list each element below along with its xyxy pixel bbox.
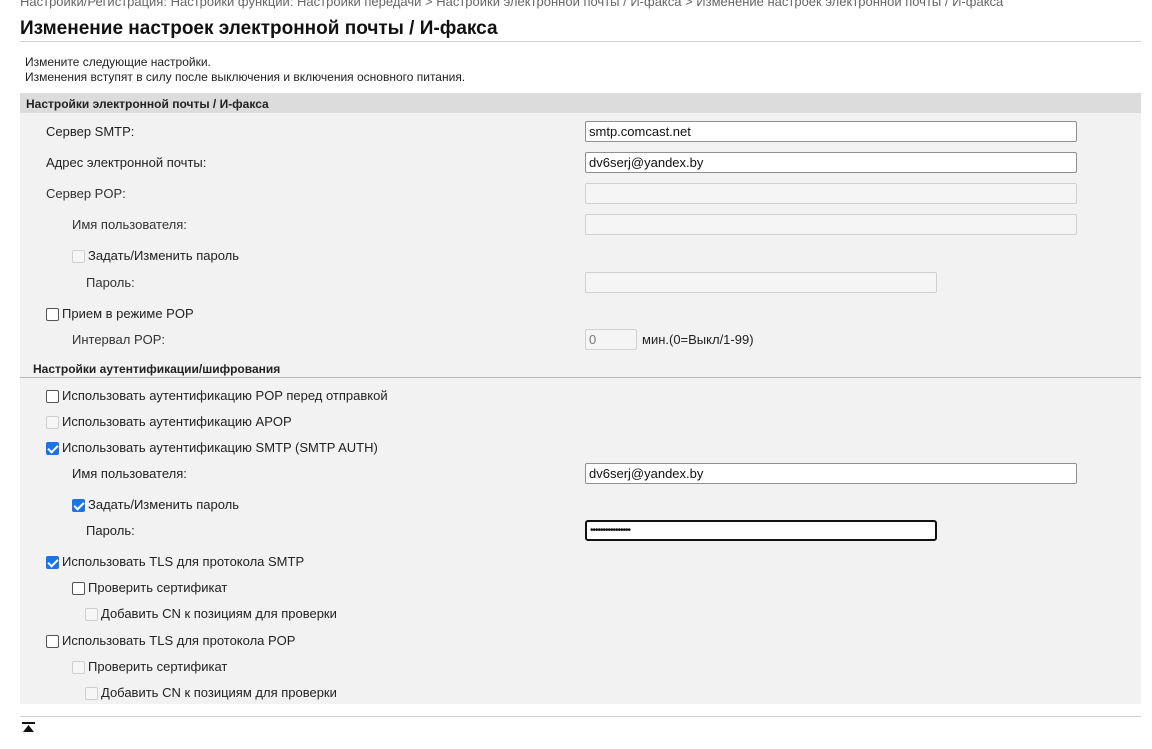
email-address-input[interactable]	[585, 152, 1077, 173]
pop-password-label: Пароль:	[86, 275, 135, 290]
pop-receive-label: Прием в режиме POP	[62, 306, 194, 321]
pop-interval-unit: мин.(0=Выкл/1-99)	[642, 332, 754, 347]
pop-interval-label: Интервал POP:	[72, 332, 166, 347]
smtp-password-input[interactable]	[585, 520, 937, 541]
tls-smtp-cn-label: Добавить CN к позициям для проверки	[101, 606, 337, 621]
tls-pop-cn-checkbox[interactable]	[85, 687, 98, 700]
apop-label: Использовать аутентификацию APOP	[62, 414, 292, 429]
pop-before-smtp-checkbox[interactable]	[46, 390, 59, 403]
email-section-header: Настройки электронной почты / И-факса	[20, 93, 1141, 113]
tls-smtp-label: Использовать TLS для протокола SMTP	[62, 554, 305, 569]
pop-server-input[interactable]	[585, 183, 1077, 204]
auth-section-divider	[20, 377, 1141, 378]
smtp-password-label: Пароль:	[86, 523, 135, 538]
tls-smtp-cn-checkbox[interactable]	[85, 608, 98, 621]
tls-smtp-verify-label: Проверить сертификат	[88, 580, 228, 595]
title-divider	[20, 41, 1141, 42]
pop-username-input[interactable]	[585, 214, 1077, 235]
back-to-top-icon[interactable]	[22, 722, 35, 733]
tls-pop-verify-label: Проверить сертификат	[88, 659, 228, 674]
pop-interval-input[interactable]	[585, 329, 637, 350]
smtp-set-password-checkbox[interactable]	[72, 499, 85, 512]
smtp-username-label: Имя пользователя:	[72, 466, 187, 481]
tls-smtp-checkbox[interactable]	[46, 556, 59, 569]
smtp-auth-label: Использовать аутентификацию SMTP (SMTP A…	[62, 440, 378, 455]
intro-line-1: Измените следующие настройки.	[25, 55, 211, 69]
pop-set-password-label: Задать/Изменить пароль	[88, 248, 240, 263]
tls-pop-label: Использовать TLS для протокола POP	[62, 633, 296, 648]
breadcrumb: Настройки/Регистрация: Настройки функции…	[20, 0, 1004, 9]
email-section-title: Настройки электронной почты / И-факса	[26, 97, 269, 111]
smtp-set-password-label: Задать/Изменить пароль	[88, 497, 240, 512]
page-title: Изменение настроек электронной почты / И…	[20, 18, 498, 39]
tls-smtp-verify-checkbox[interactable]	[72, 582, 85, 595]
smtp-auth-checkbox[interactable]	[46, 442, 59, 455]
intro-line-2: Изменения вступят в силу после выключени…	[25, 70, 466, 84]
pop-password-input[interactable]	[585, 272, 937, 293]
tls-pop-cn-label: Добавить CN к позициям для проверки	[101, 685, 337, 700]
smtp-username-input[interactable]	[585, 463, 1077, 484]
pop-username-label: Имя пользователя:	[72, 217, 187, 232]
pop-receive-checkbox[interactable]	[46, 308, 59, 321]
pop-before-smtp-label: Использовать аутентификацию POP перед от…	[62, 388, 388, 403]
email-address-label: Адрес электронной почты:	[46, 155, 207, 170]
smtp-server-input[interactable]	[585, 121, 1077, 142]
apop-checkbox[interactable]	[46, 416, 59, 429]
smtp-server-label: Сервер SMTP:	[46, 124, 135, 139]
tls-pop-verify-checkbox[interactable]	[72, 661, 85, 674]
bottom-divider	[20, 716, 1141, 717]
auth-section-header: Настройки аутентификации/шифрования	[33, 362, 281, 376]
tls-pop-checkbox[interactable]	[46, 635, 59, 648]
pop-set-password-checkbox[interactable]	[72, 250, 85, 263]
pop-server-label: Сервер POP:	[46, 186, 126, 201]
